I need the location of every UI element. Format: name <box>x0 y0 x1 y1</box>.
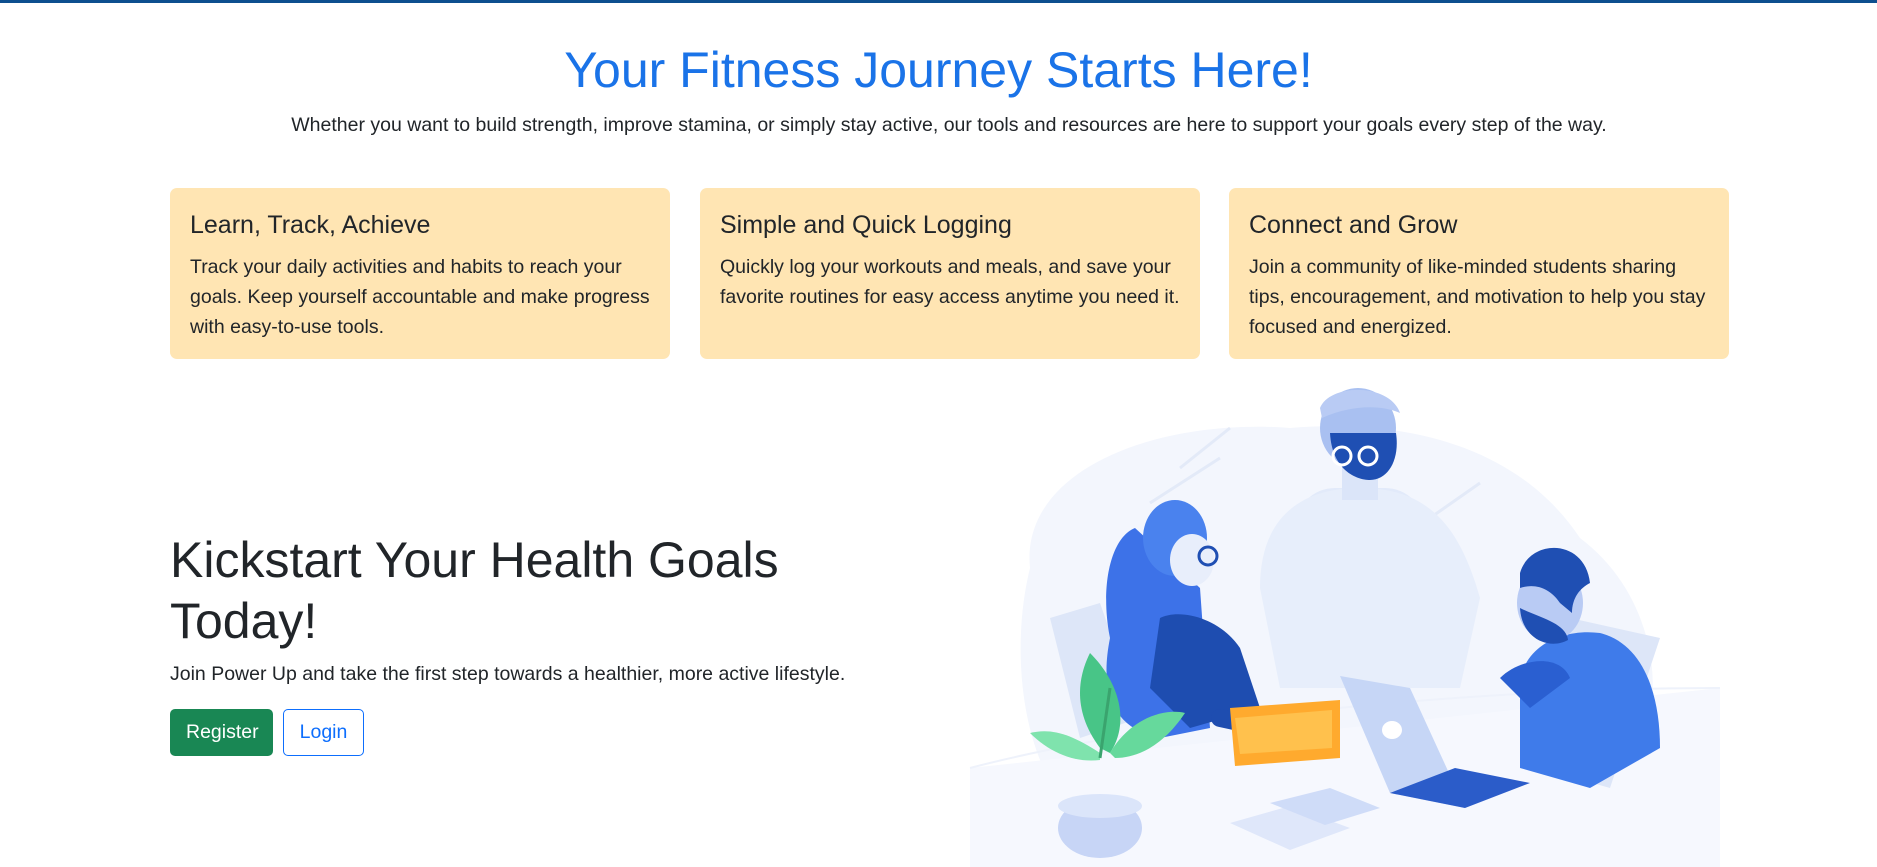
feature-card-text: Track your daily activities and habits t… <box>190 256 650 338</box>
feature-card-text: Quickly log your workouts and meals, and… <box>720 256 1180 308</box>
feature-card-simple-logging: Simple and Quick Logging Quickly log you… <box>700 188 1200 359</box>
top-accent-bar <box>0 0 1877 3</box>
feature-cards: Learn, Track, Achieve Track your daily a… <box>170 188 1730 359</box>
team-collaboration-illustration <box>969 388 1721 867</box>
cta-title: Kickstart Your Health Goals Today! <box>170 532 779 649</box>
feature-card-title: Learn, Track, Achieve <box>190 211 431 239</box>
feature-card-text: Join a community of like-minded students… <box>1249 256 1706 338</box>
register-button[interactable]: Register <box>170 709 273 756</box>
cta-text: Join Power Up and take the first step to… <box>170 663 846 685</box>
feature-card-connect-grow: Connect and Grow Join a community of lik… <box>1229 188 1729 359</box>
feature-card-title: Connect and Grow <box>1249 211 1458 239</box>
feature-card-title: Simple and Quick Logging <box>720 211 1012 239</box>
login-button[interactable]: Login <box>283 709 364 756</box>
hero-title: Your Fitness Journey Starts Here! <box>564 42 1313 98</box>
feature-card-learn-track-achieve: Learn, Track, Achieve Track your daily a… <box>170 188 670 359</box>
hero-subtitle: Whether you want to build strength, impr… <box>291 114 1607 136</box>
